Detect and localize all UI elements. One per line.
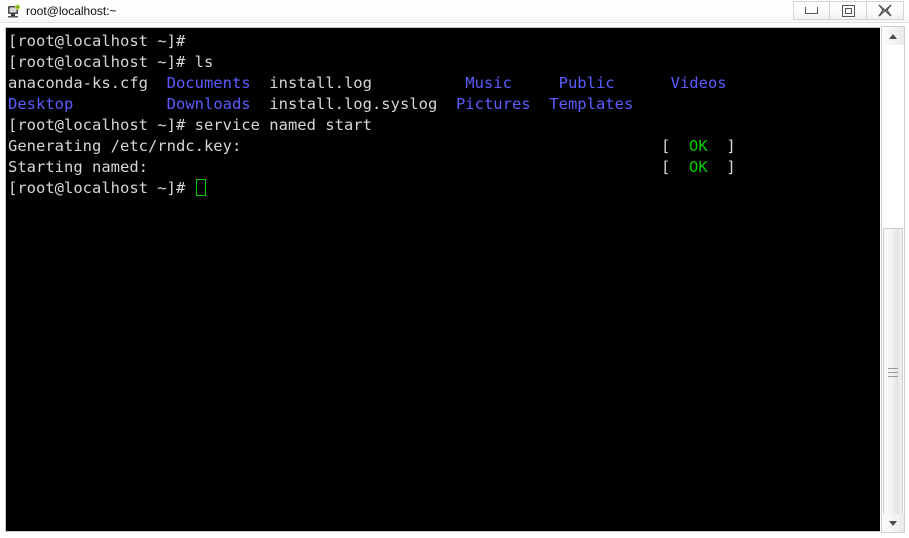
title-bar: root@localhost:~ <box>0 0 909 23</box>
chevron-down-icon <box>889 520 897 526</box>
minimize-icon <box>805 7 818 14</box>
terminal-text-segment: anaconda-ks.cfg <box>8 74 167 92</box>
terminal-body: [root@localhost ~]# [root@localhost ~]# … <box>0 23 909 538</box>
status-label: OK <box>689 137 708 155</box>
maximize-button[interactable] <box>830 1 867 20</box>
terminal-line: Generating /etc/rndc.key: [ OK ] <box>8 136 880 157</box>
terminal-computer-icon <box>8 4 21 18</box>
terminal-text-area: [root@localhost ~]# [root@localhost ~]# … <box>8 31 880 531</box>
terminal-text-segment: Documents <box>166 74 251 92</box>
terminal-text-segment: [root@localhost ~]# <box>8 32 195 50</box>
terminal-line: [root@localhost ~]# <box>8 31 880 52</box>
terminal-screen[interactable]: [root@localhost ~]# [root@localhost ~]# … <box>5 27 880 532</box>
scrollbar-up-button[interactable] <box>882 27 904 45</box>
terminal-text-segment: [root@localhost ~]# <box>8 116 195 134</box>
close-button[interactable] <box>867 1 904 20</box>
terminal-text-segment: [root@localhost ~]# <box>8 179 195 197</box>
terminal-scrollbar[interactable] <box>881 26 905 533</box>
terminal-text-segment: ls <box>194 53 214 71</box>
scrollbar-track[interactable] <box>882 45 904 516</box>
status-badge: [ OK ] <box>661 136 736 157</box>
terminal-text-segment: Templates <box>549 95 634 113</box>
terminal-text-segment: Public <box>558 74 615 92</box>
scrollbar-thumb[interactable] <box>883 228 903 516</box>
scrollbar-grip-icon <box>888 365 898 380</box>
terminal-text-segment: install.log.syslog <box>250 95 456 113</box>
terminal-text-segment: Downloads <box>166 95 251 113</box>
close-icon <box>878 4 892 17</box>
terminal-line: [root@localhost ~]# service named start <box>8 115 880 136</box>
terminal-text-segment: [root@localhost ~]# <box>8 53 195 71</box>
terminal-text-segment: Pictures <box>455 95 531 113</box>
window-controls <box>793 1 904 21</box>
maximize-icon <box>841 4 855 17</box>
terminal-window: root@localhost:~ [root@localhost ~]# [ro… <box>0 0 909 538</box>
terminal-text-segment: Music <box>465 74 512 92</box>
status-badge: [ OK ] <box>661 157 736 178</box>
minimize-button[interactable] <box>793 1 830 20</box>
terminal-line: Starting named: [ OK ] <box>8 157 880 178</box>
terminal-line: Desktop Downloads install.log.syslog Pic… <box>8 94 880 115</box>
terminal-cursor <box>195 179 206 196</box>
status-bracket-open: [ <box>661 158 689 176</box>
terminal-text-segment: Videos <box>670 74 727 92</box>
scrollbar-down-button[interactable] <box>882 514 904 532</box>
status-bracket-open: [ <box>661 137 689 155</box>
status-bracket-close: ] <box>707 158 736 176</box>
terminal-line: anaconda-ks.cfg Documents install.log Mu… <box>8 73 880 94</box>
terminal-text-segment: Generating /etc/rndc.key: <box>8 137 242 155</box>
terminal-line: [root@localhost ~]# <box>8 178 880 199</box>
status-bracket-close: ] <box>707 137 736 155</box>
terminal-text-segment: service named start <box>194 116 372 134</box>
status-label: OK <box>689 158 708 176</box>
terminal-text-segment: install.log <box>250 74 466 92</box>
terminal-line: [root@localhost ~]# ls <box>8 52 880 73</box>
terminal-text-segment: Desktop <box>8 95 74 113</box>
terminal-text-segment: Starting named: <box>8 158 148 176</box>
window-title: root@localhost:~ <box>26 4 117 18</box>
chevron-up-icon <box>889 33 897 39</box>
